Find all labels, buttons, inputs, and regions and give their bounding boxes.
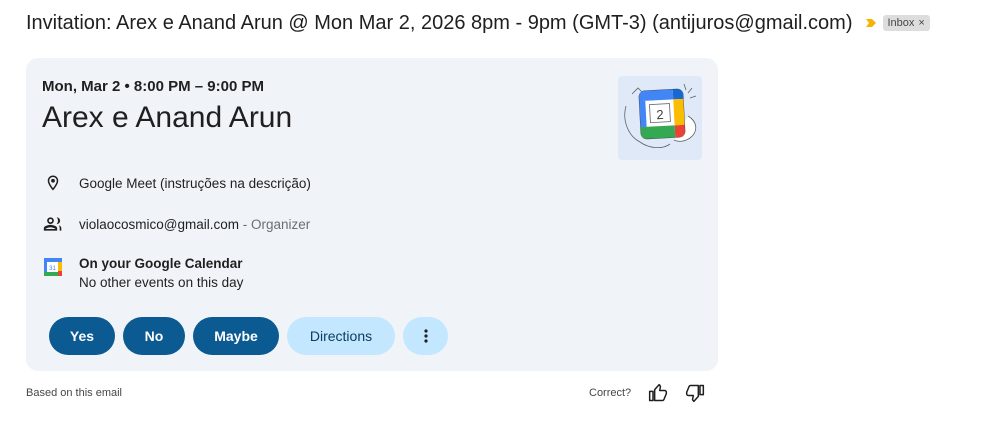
location-pin-icon	[42, 172, 64, 194]
based-on-email-note: Based on this email	[26, 387, 122, 399]
event-card: Mon, Mar 2 • 8:00 PM – 9:00 PM Arex e An…	[26, 58, 718, 371]
organizer-role: - Organizer	[239, 216, 311, 232]
calendar-status: On your Google Calendar No other events …	[79, 254, 243, 292]
maybe-button[interactable]: Maybe	[193, 317, 279, 355]
feedback-row: Correct?	[589, 382, 706, 404]
calendar-illustration: 2	[618, 76, 702, 160]
calendar-status-row: 31 On your Google Calendar No other even…	[42, 254, 243, 292]
rsvp-actions: Yes No Maybe Directions	[49, 317, 448, 355]
more-options-button[interactable]	[403, 317, 448, 355]
thumbs-down-button[interactable]	[684, 382, 706, 404]
calendar-mini-day: 31	[49, 266, 56, 272]
people-icon	[42, 213, 64, 235]
calendar-status-title: On your Google Calendar	[79, 256, 243, 271]
event-time: Mon, Mar 2 • 8:00 PM – 9:00 PM	[42, 78, 264, 95]
location-text: Google Meet (instruções na descrição)	[79, 175, 311, 191]
email-subject: Invitation: Arex e Anand Arun @ Mon Mar …	[26, 11, 853, 34]
location-row: Google Meet (instruções na descrição)	[42, 172, 311, 194]
calendar-status-subtitle: No other events on this day	[79, 275, 244, 290]
calendar-illustration-icon: 2	[624, 83, 697, 148]
google-calendar-icon: 31	[42, 256, 64, 278]
inbox-label-chip[interactable]: Inbox ×	[882, 15, 930, 31]
more-vert-icon	[423, 329, 428, 343]
no-button[interactable]: No	[123, 317, 185, 355]
subject-row: Invitation: Arex e Anand Arun @ Mon Mar …	[26, 10, 930, 36]
calendar-illustration-day: 2	[656, 107, 664, 122]
directions-button[interactable]: Directions	[287, 317, 395, 355]
thumbs-down-icon	[686, 384, 705, 403]
thumbs-up-button[interactable]	[647, 382, 669, 404]
yes-button[interactable]: Yes	[49, 317, 115, 355]
remove-label-icon[interactable]: ×	[918, 17, 924, 29]
organizer-row: violaocosmico@gmail.com - Organizer	[42, 213, 310, 235]
organizer-email[interactable]: violaocosmico@gmail.com	[79, 217, 239, 232]
importance-marker-icon[interactable]	[865, 17, 877, 29]
event-title: Arex e Anand Arun	[42, 101, 293, 134]
inbox-label-text: Inbox	[887, 16, 915, 29]
organizer-text: violaocosmico@gmail.com - Organizer	[79, 217, 310, 232]
correct-prompt: Correct?	[589, 387, 632, 399]
thumbs-up-icon	[649, 383, 668, 402]
